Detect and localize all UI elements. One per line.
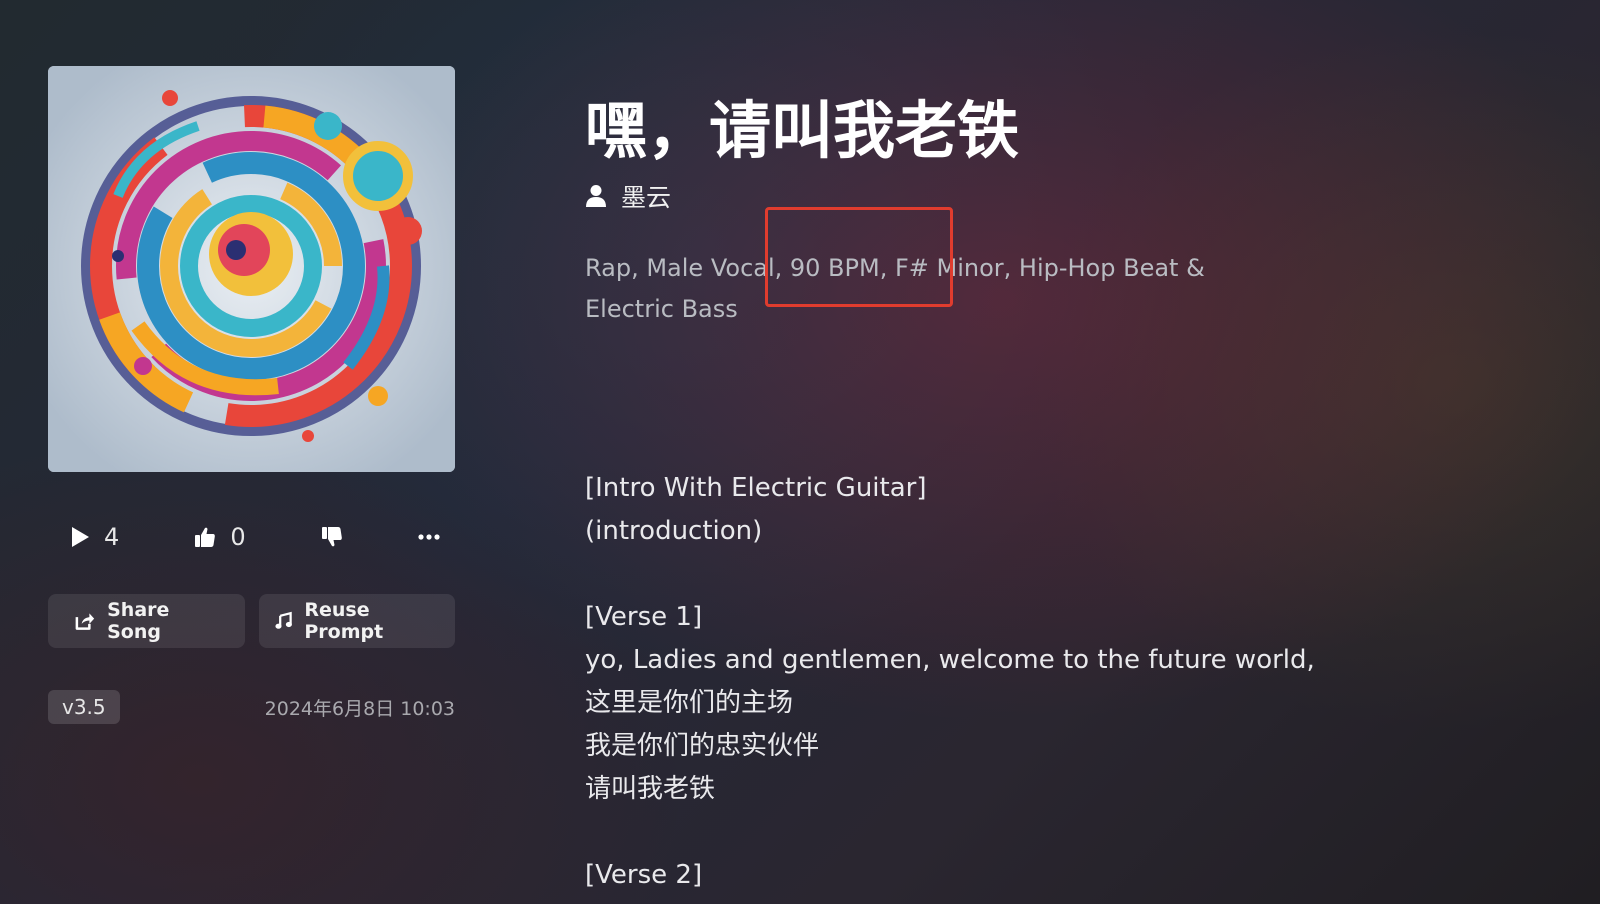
like-button[interactable]: 0	[194, 523, 246, 551]
lyrics-line: [Verse 1]	[585, 602, 703, 632]
play-count[interactable]: 4	[70, 523, 119, 551]
song-title: 嘿，请叫我老铁	[585, 94, 1020, 167]
lyrics-blank-line	[585, 553, 1345, 596]
share-song-label: Share Song	[107, 599, 170, 643]
lyrics-line: 我是你们的忠实伙伴	[585, 731, 820, 761]
lyrics-line: 这里是你们的主场	[585, 688, 794, 718]
lyrics-line: (introduction)	[585, 516, 763, 546]
reuse-prompt-label: Reuse Prompt	[304, 599, 384, 643]
annotation-highlight-box	[765, 207, 953, 307]
lyrics-line: yo, Ladies and gentlemen, welcome to the…	[585, 645, 1315, 675]
cover-art-image	[48, 66, 455, 472]
dislike-button[interactable]	[321, 526, 343, 548]
play-count-value: 4	[104, 523, 120, 551]
artist-link[interactable]: 墨云	[585, 178, 671, 214]
lyrics-line: 请叫我老铁	[585, 774, 716, 804]
thumbs-down-icon	[321, 527, 342, 547]
more-icon	[418, 534, 440, 540]
song-meta: v3.5 2024年6月8日 10:03	[48, 690, 455, 724]
song-sidebar: 4 0 Share Song Reuse Prompt v3.5 2024年6月…	[48, 66, 455, 724]
lyrics: [Intro With Electric Guitar] (introductio…	[585, 467, 1345, 897]
lyrics-blank-line	[585, 811, 1345, 854]
lyrics-line: [Intro With Electric Guitar]	[585, 473, 927, 503]
version-badge: v3.5	[48, 690, 120, 724]
share-icon	[75, 613, 95, 630]
more-options-button[interactable]	[418, 534, 440, 540]
reuse-prompt-button[interactable]: Reuse Prompt	[259, 594, 455, 648]
action-buttons: Share Song Reuse Prompt	[48, 594, 455, 648]
artist-name: 墨云	[621, 183, 672, 212]
cover-art[interactable]	[48, 66, 455, 472]
music-note-icon	[275, 611, 292, 629]
like-count-value: 0	[230, 523, 246, 551]
created-date: 2024年6月8日 10:03	[264, 697, 455, 720]
share-song-button[interactable]: Share Song	[48, 594, 245, 648]
user-icon	[586, 185, 606, 207]
lyrics-line: [Verse 2]	[585, 860, 703, 890]
play-icon	[72, 527, 89, 547]
thumbs-up-icon	[195, 527, 216, 547]
song-stats: 4 0	[70, 522, 440, 552]
